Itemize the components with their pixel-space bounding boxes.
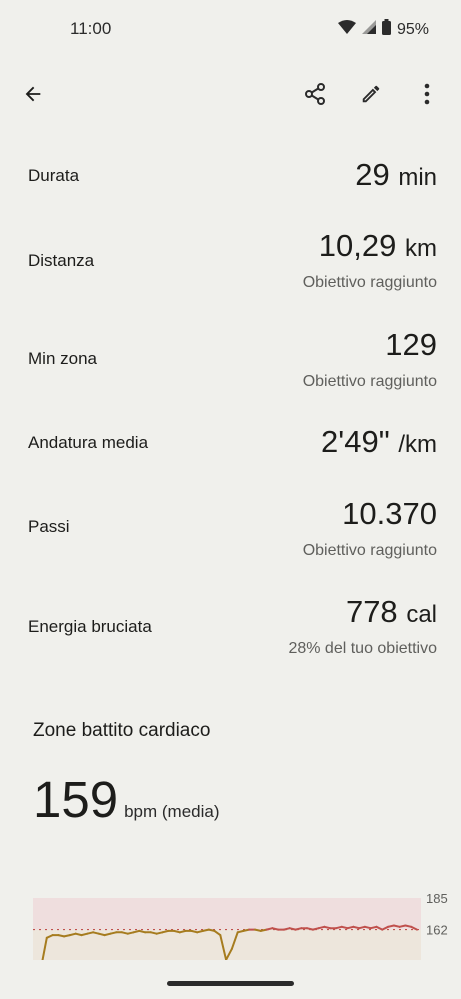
stat-row-zone-minutes: Min zona 129 Obiettivo raggiunto: [0, 325, 461, 395]
stat-number: 10,29: [318, 228, 397, 263]
status-time: 11:00: [70, 19, 112, 38]
stat-goal-status: Obiettivo raggiunto: [302, 274, 437, 291]
stat-row-distance: Distanza 10,29 km Obiettivo raggiunto: [0, 225, 461, 300]
stat-row-energy: Energia bruciata 778 cal 28% del tuo obi…: [0, 592, 461, 667]
stat-label: Andatura media: [28, 433, 149, 452]
y-tick-label: 185: [426, 891, 448, 906]
share-icon: [303, 82, 327, 111]
stat-number: 129: [385, 327, 437, 362]
stat-label: Passi: [28, 517, 70, 536]
edit-button[interactable]: [351, 76, 391, 116]
more-vert-icon: [424, 83, 430, 110]
stat-unit: /km: [398, 431, 437, 458]
edit-pencil-icon: [360, 83, 382, 110]
battery-icon: [381, 19, 391, 40]
stat-number: 2'49": [321, 424, 390, 459]
stat-goal-status: Obiettivo raggiunto: [302, 542, 437, 559]
arrow-back-icon: [22, 83, 44, 110]
wifi-icon: [337, 20, 356, 39]
stat-label: Distanza: [28, 251, 95, 270]
status-bar: 11:00 95%: [0, 0, 461, 60]
heart-rate-chart-svg: 185162134: [33, 891, 448, 976]
stat-value: 10.370: [342, 496, 437, 532]
back-button[interactable]: [13, 76, 53, 116]
stat-value: 778 cal: [346, 594, 437, 630]
heart-rate-average-unit: bpm (media): [124, 802, 220, 821]
stat-value: 129: [385, 327, 437, 363]
stat-unit: min: [398, 164, 437, 191]
heart-rate-average-value: 159: [33, 771, 119, 828]
cellular-signal-icon: [361, 20, 376, 39]
heart-rate-chart[interactable]: 185162134: [0, 880, 461, 976]
stat-unit: km: [405, 235, 437, 262]
status-icons: 95%: [337, 19, 429, 40]
stat-row-duration: Durata 29 min: [0, 150, 461, 210]
heart-rate-zones-title: Zone battito cardiaco: [33, 720, 211, 741]
stat-label: Durata: [28, 166, 80, 185]
battery-percent: 95%: [396, 20, 429, 38]
stat-row-steps: Passi 10.370 Obiettivo raggiunto: [0, 493, 461, 568]
stat-goal-status: 28% del tuo obiettivo: [288, 640, 437, 657]
heart-rate-average: 159 bpm (media): [33, 770, 220, 829]
zone-peak-band: [33, 898, 421, 930]
stat-value: 29 min: [355, 157, 437, 193]
stat-unit: cal: [406, 601, 437, 628]
y-tick-label: 162: [426, 923, 448, 938]
stat-row-average-pace: Andatura media 2'49" /km: [0, 418, 461, 468]
more-options-button[interactable]: [407, 76, 447, 116]
stat-value: 2'49" /km: [321, 424, 437, 460]
home-indicator[interactable]: [167, 981, 294, 986]
stat-value: 10,29 km: [319, 228, 437, 264]
stat-label: Min zona: [28, 349, 97, 368]
toolbar: [0, 70, 461, 122]
stat-goal-status: Obiettivo raggiunto: [302, 373, 437, 390]
zone-cardio-band: [33, 929, 421, 968]
stat-number: 29: [355, 157, 390, 192]
stat-label: Energia bruciata: [28, 617, 152, 636]
stat-number: 778: [345, 594, 398, 629]
stat-number: 10.370: [342, 496, 437, 531]
share-button[interactable]: [295, 76, 335, 116]
